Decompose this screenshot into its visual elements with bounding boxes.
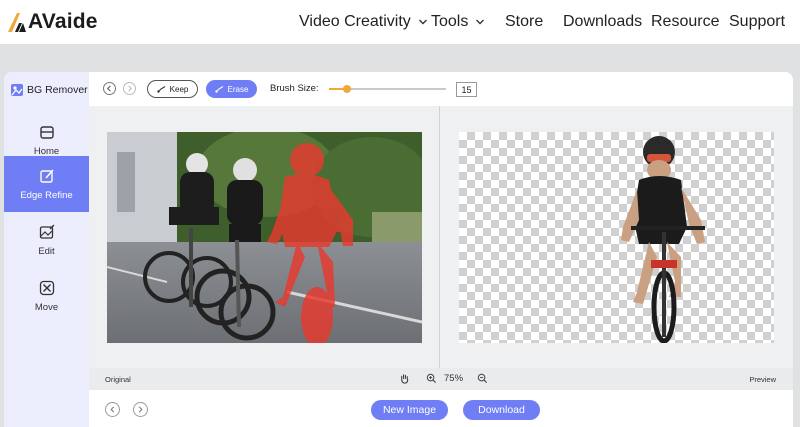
cutout-rider: [621, 136, 705, 343]
undo-button[interactable]: [103, 82, 116, 95]
nav-store[interactable]: Store: [505, 13, 543, 31]
nav-label: Resource: [651, 13, 720, 30]
nav-resource[interactable]: Resource: [651, 13, 719, 31]
keep-label: Keep: [169, 84, 189, 94]
chevron-down-icon: [476, 19, 485, 25]
image-edit-icon: [39, 224, 54, 239]
undo-icon: [107, 85, 111, 92]
nav-downloads[interactable]: Downloads: [563, 13, 642, 31]
brush-size-value[interactable]: 15: [456, 82, 477, 97]
chevron-down-icon: [418, 19, 427, 25]
sidebar-item-label: Home: [33, 145, 60, 157]
home-icon: [39, 125, 54, 139]
next-button[interactable]: [133, 402, 148, 417]
cycling-photo: [107, 132, 422, 343]
sidebar-item-label: Edit: [38, 245, 55, 257]
original-label: Original: [105, 375, 131, 384]
zoom-out-icon[interactable]: [477, 373, 488, 384]
sidebar: BG Remover Home Edge Refine Edit Move: [4, 72, 89, 427]
brush-size-slider[interactable]: [329, 85, 446, 93]
canvas-divider: [439, 106, 440, 368]
brush-icon: [156, 85, 165, 93]
sidebar-item-label: Move: [34, 301, 59, 313]
erase-button[interactable]: Erase: [206, 80, 257, 98]
nav-support[interactable]: Support: [729, 13, 785, 31]
edge-refine-icon: [39, 168, 54, 183]
redo-icon: [128, 85, 132, 92]
status-bar: Original 75% Preview: [89, 368, 793, 390]
site-header: AVaide Video Creativity Tools Store Down…: [0, 0, 800, 44]
bg-remover-icon: [11, 84, 23, 96]
keep-button[interactable]: Keep: [147, 80, 198, 98]
hand-icon[interactable]: [399, 373, 410, 384]
chevron-right-icon: [138, 406, 143, 413]
sidebar-title: BG Remover: [10, 82, 88, 98]
eraser-icon: [214, 85, 223, 93]
redo-button[interactable]: [123, 82, 136, 95]
logo-mark-icon: [8, 13, 26, 32]
bg-remover-app: BG Remover Home Edge Refine Edit Move Ke…: [4, 72, 793, 427]
brand-logo[interactable]: AVaide: [6, 8, 98, 36]
brand-name: AVaide: [28, 10, 98, 33]
new-image-button[interactable]: New Image: [371, 400, 448, 420]
move-icon: [39, 280, 54, 295]
brush-size-label: Brush Size:: [270, 83, 319, 94]
nav-video-creativity[interactable]: Video Creativity: [299, 13, 428, 31]
slider-thumb[interactable]: [342, 85, 351, 93]
sidebar-item-move[interactable]: Move: [4, 268, 89, 324]
sidebar-title-label: BG Remover: [27, 84, 88, 96]
erase-label: Erase: [227, 84, 249, 94]
sidebar-item-label: Edge Refine: [20, 189, 73, 201]
editor-canvas-area: [89, 106, 793, 368]
nav-label: Store: [505, 13, 544, 30]
zoom-level: 75%: [444, 373, 464, 384]
chevron-left-icon: [110, 406, 115, 413]
zoom-in-icon[interactable]: [426, 373, 437, 384]
nav-label: Video Creativity: [299, 13, 411, 30]
nav-label: Downloads: [563, 13, 643, 30]
preview-label: Preview: [749, 375, 776, 384]
nav-label: Support: [729, 13, 786, 30]
nav-label: Tools: [431, 13, 469, 30]
bottom-bar: New Image Download: [89, 390, 793, 427]
editor-toolbar: Keep Erase Brush Size: 15: [89, 72, 793, 106]
previous-button[interactable]: [105, 402, 120, 417]
sidebar-item-edit[interactable]: Edit: [4, 212, 89, 268]
preview-image[interactable]: [459, 132, 774, 343]
download-button[interactable]: Download: [463, 400, 540, 420]
sidebar-item-edge-refine[interactable]: Edge Refine: [4, 156, 89, 212]
nav-tools[interactable]: Tools: [431, 13, 485, 31]
original-image[interactable]: [107, 132, 422, 343]
